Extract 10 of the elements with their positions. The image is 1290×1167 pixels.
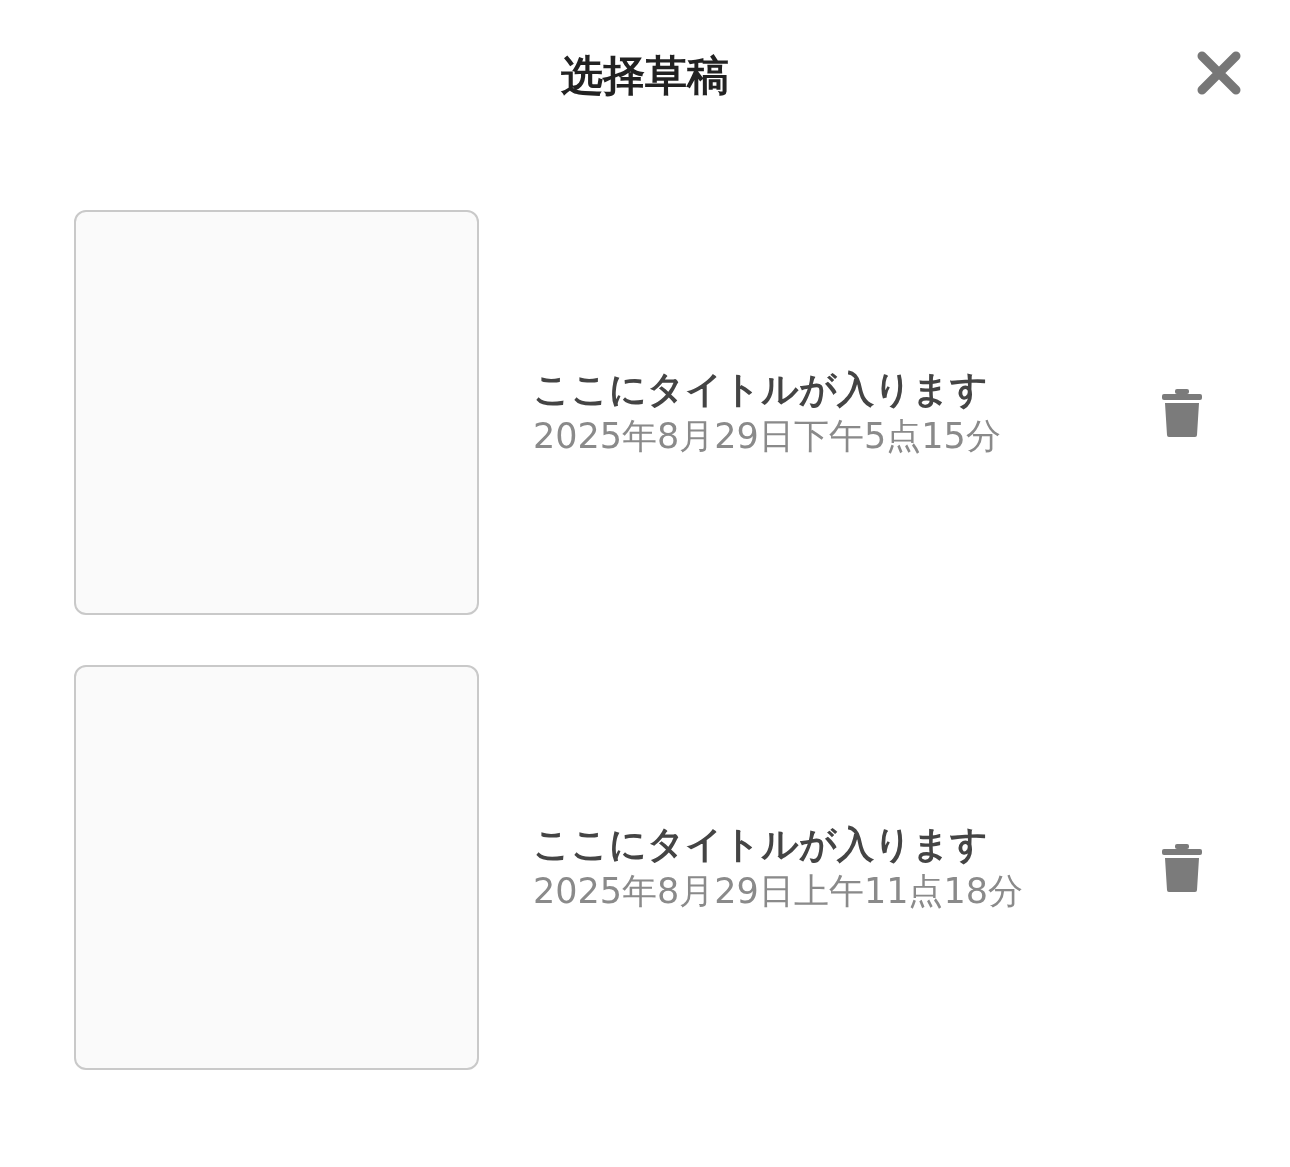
- draft-date: 2025年8月29日上午11点18分: [533, 869, 1024, 913]
- dialog-title: 选择草稿: [561, 50, 729, 102]
- draft-date: 2025年8月29日下午5点15分: [533, 414, 1002, 458]
- close-button[interactable]: [1196, 50, 1242, 96]
- draft-title: ここにタイトルが入ります: [533, 821, 989, 868]
- delete-button[interactable]: [1161, 387, 1203, 438]
- delete-button[interactable]: [1161, 842, 1203, 893]
- draft-title: ここにタイトルが入ります: [533, 366, 989, 413]
- draft-thumbnail[interactable]: [74, 210, 479, 615]
- draft-thumbnail[interactable]: [74, 665, 479, 1070]
